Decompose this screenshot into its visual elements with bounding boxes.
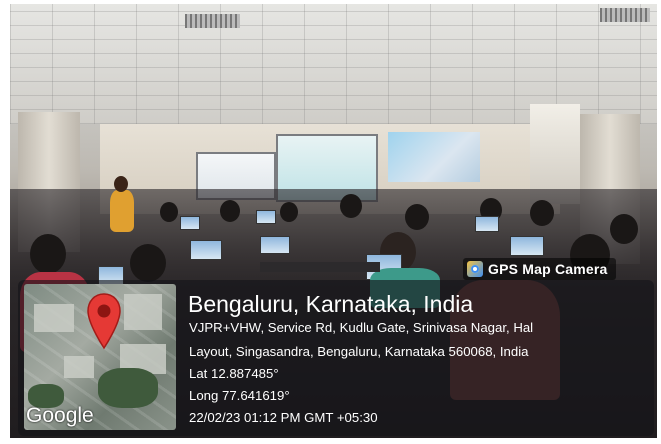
map-building [124,294,162,330]
student-head [280,202,298,222]
student-head [220,200,240,222]
laptop [260,236,290,254]
laptop [190,240,222,260]
student-head [610,214,638,244]
map-building [64,356,94,378]
presenter [110,190,134,232]
latitude: Lat 12.887485° [189,366,279,381]
map-thumbnail: Google [24,284,176,430]
laptop [510,236,544,256]
presenter-head [114,176,128,192]
badge-label: GPS Map Camera [488,261,608,277]
student-head [130,244,166,282]
map-building [34,304,74,332]
longitude: Long 77.641619° [189,388,290,403]
gps-map-camera-icon [467,261,483,277]
map-attribution: Google [26,404,94,427]
student-head [530,200,554,226]
student-head [405,204,429,230]
ceiling-vent [600,8,650,22]
laptop [256,210,276,224]
laptop [180,216,200,230]
location-title: Bengaluru, Karnataka, India [188,291,474,317]
student-head [340,194,362,218]
ceiling-vent [185,14,240,28]
student-head [30,234,66,274]
gps-map-camera-badge: GPS Map Camera [463,258,616,280]
timestamp: 22/02/23 01:12 PM GMT +05:30 [189,410,378,425]
desk [260,262,380,272]
wall-poster [388,132,480,182]
student-head [160,202,178,222]
address-line-2: Layout, Singasandra, Bengaluru, Karnatak… [189,344,529,359]
map-pin-icon [87,293,121,350]
laptop [475,216,499,232]
address-line-1: VJPR+VHW, Service Rd, Kudlu Gate, Sriniv… [189,320,534,335]
map-park [98,368,158,408]
